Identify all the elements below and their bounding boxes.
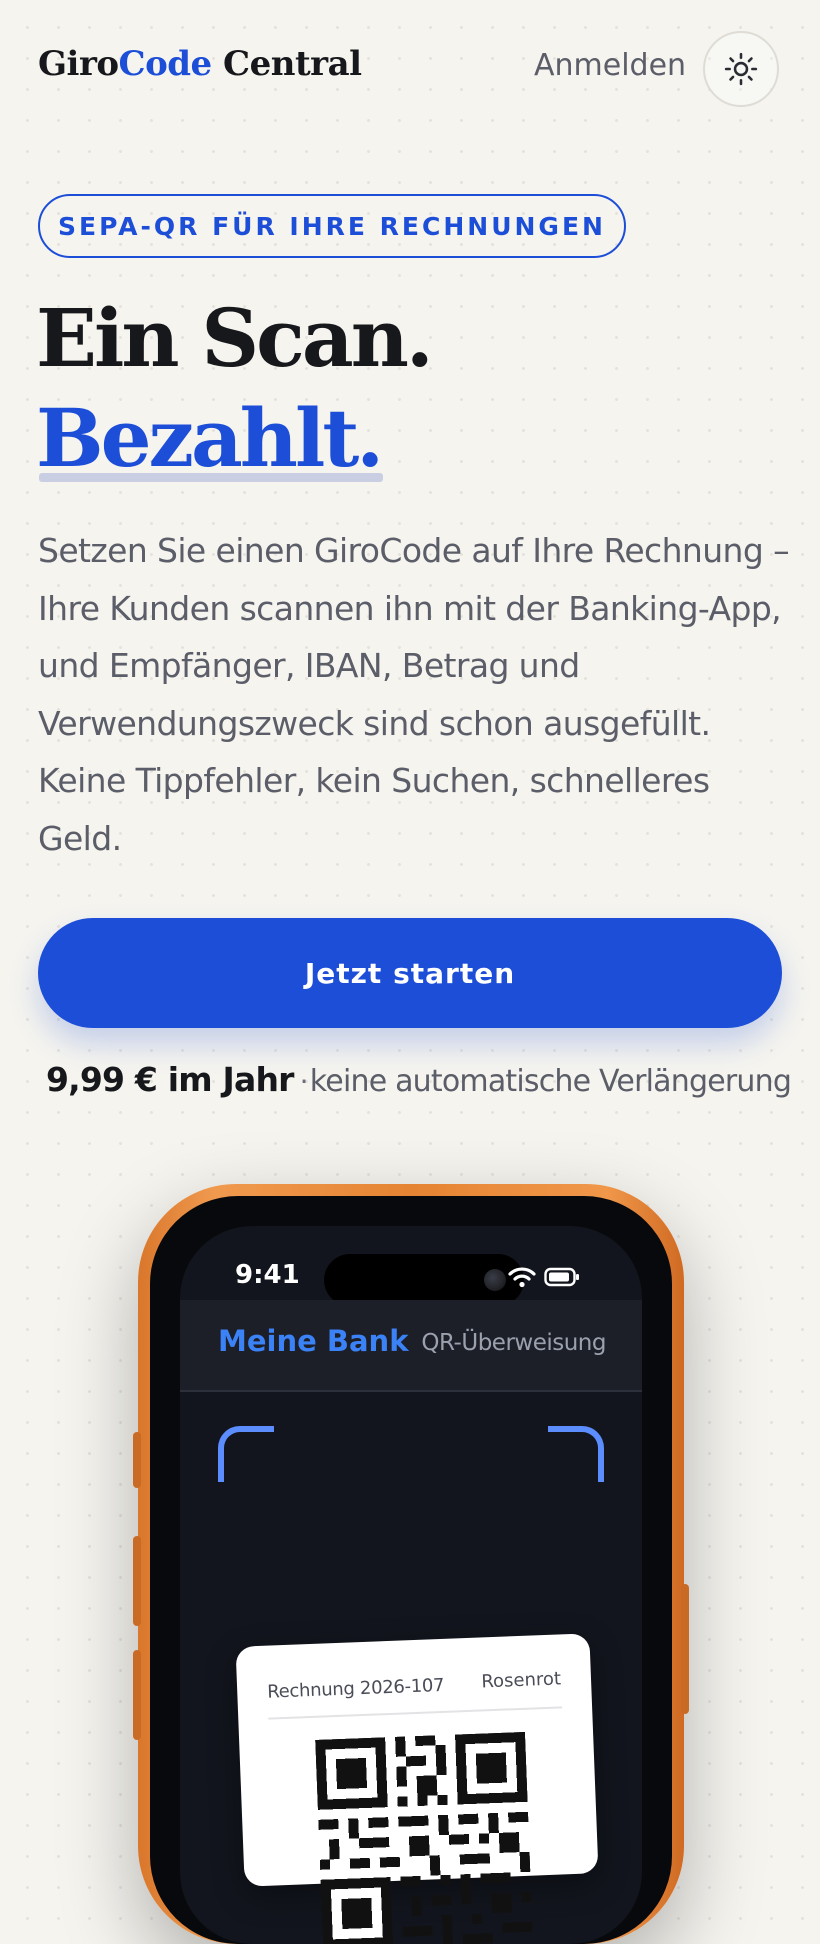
phone-side-button	[133, 1432, 141, 1488]
eyebrow-badge: SEPA-QR FÜR IHRE RECHNUNGEN	[38, 194, 626, 258]
qr-transfer-title: QR-Überweisung	[421, 1330, 606, 1356]
camera-lens	[484, 1269, 506, 1291]
pricing-line: 9,99 € im Jahr ·keine automatische Verlän…	[46, 1060, 792, 1099]
logo-text-central: Central	[211, 44, 362, 84]
price-note: keine automatische Verlängerung	[309, 1064, 792, 1099]
phone-screen: 9:41 Meine Bank QR-Überweisung Rechnung …	[180, 1226, 642, 1944]
phone-mockup: 9:41 Meine Bank QR-Überweisung Rechnung …	[133, 1184, 689, 1944]
start-button[interactable]: Jetzt starten	[38, 918, 782, 1028]
price-separator: ·	[299, 1065, 309, 1098]
dynamic-island	[324, 1254, 524, 1306]
headline-line-1: Ein Scan.	[36, 291, 434, 385]
bank-app-title: Meine Bank	[218, 1324, 409, 1358]
phone-side-button	[133, 1650, 141, 1740]
hero-intro-text: Setzen Sie einen GiroCode auf Ihre Rechn…	[38, 531, 790, 858]
sun-icon	[724, 52, 758, 86]
invoice-recipient: Rosenrot	[480, 1668, 562, 1693]
invoice-number: Rechnung 2026-107	[266, 1674, 445, 1703]
wifi-icon	[508, 1267, 536, 1288]
bank-app-bar: Meine Bank QR-Überweisung	[180, 1300, 642, 1392]
login-link[interactable]: Anmelden	[534, 48, 686, 83]
status-icons	[508, 1266, 580, 1288]
theme-toggle-button[interactable]	[703, 31, 779, 107]
battery-icon	[544, 1267, 579, 1287]
headline-line-2: Bezahlt.	[36, 388, 384, 488]
price: 9,99 € im Jahr	[46, 1060, 294, 1099]
logo-text-code: Code	[118, 44, 213, 84]
brand-logo[interactable]: GiroCode Central	[38, 44, 362, 84]
hero-headline: Ein Scan. Bezahlt.	[36, 288, 434, 488]
phone-bezel: 9:41 Meine Bank QR-Überweisung Rechnung …	[150, 1196, 672, 1944]
scanner-corner-top-right	[548, 1426, 604, 1482]
phone-side-button	[681, 1584, 689, 1714]
invoice-divider	[268, 1706, 563, 1720]
invoice-card: Rechnung 2026-107 Rosenrot	[235, 1633, 599, 1944]
status-time: 9:41	[235, 1260, 300, 1290]
scanner-corner-top-left	[218, 1426, 274, 1482]
phone-side-button	[133, 1536, 141, 1626]
qr-code-icon	[315, 1731, 533, 1944]
logo-text-giro: Giro	[38, 44, 119, 84]
